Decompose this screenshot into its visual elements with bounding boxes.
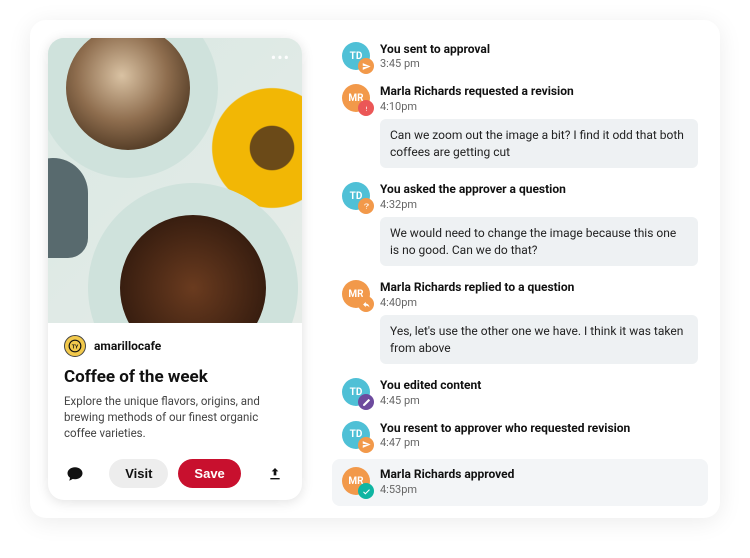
activity-body: You asked the approver a question 4:32pm W… (380, 182, 698, 266)
profile-name: amarillocafe (94, 339, 161, 353)
activity-title: You resent to approver who requested rev… (380, 421, 698, 435)
activity-time: 4:47 pm (380, 436, 698, 449)
activity-item[interactable]: MR Marla Richards replied to a question 4:… (326, 276, 714, 374)
content-preview-pane: ••• TY amarillocafe Coffee of the week E… (30, 20, 320, 518)
content-card: ••• TY amarillocafe Coffee of the week E… (48, 38, 302, 500)
activity-message: Can we zoom out the image a bit? I find … (380, 119, 698, 169)
activity-body: You edited content 4:45 pm (380, 378, 698, 406)
coffee-cup-1 (48, 38, 218, 178)
activity-title: You edited content (380, 378, 698, 392)
profile-row[interactable]: TY amarillocafe (64, 335, 286, 357)
milk-jug (48, 158, 88, 258)
activity-body: Marla Richards approved 4:53pm (380, 467, 698, 495)
share-icon[interactable] (264, 463, 286, 485)
activity-item[interactable]: TD You sent to approval3:45 pm (326, 38, 714, 80)
send-badge-icon (358, 58, 374, 74)
card-body: TY amarillocafe Coffee of the week Explo… (48, 323, 302, 500)
activity-title: You sent to approval (380, 42, 698, 56)
activity-title: Marla Richards requested a revision (380, 84, 698, 98)
activity-body: You resent to approver who requested rev… (380, 421, 698, 449)
user-avatar: TD (342, 421, 370, 449)
activity-title: You asked the approver a question (380, 182, 698, 196)
activity-message: Yes, let's use the other one we have. I … (380, 315, 698, 365)
user-avatar: TD (342, 182, 370, 210)
more-options-icon[interactable]: ••• (271, 48, 290, 67)
user-avatar: MR (342, 467, 370, 495)
alert-badge-icon (358, 100, 374, 116)
activity-feed[interactable]: TD You sent to approval3:45 pm MR Marla Ric… (320, 20, 720, 518)
activity-item[interactable]: TD You asked the approver a question 4:32p… (326, 178, 714, 276)
activity-message: We would need to change the image becaus… (380, 217, 698, 267)
send-badge-icon (358, 437, 374, 453)
activity-time: 4:45 pm (380, 394, 698, 407)
save-button[interactable]: Save (178, 459, 240, 488)
activity-body: Marla Richards replied to a question 4:40… (380, 280, 698, 364)
app-panel: ••• TY amarillocafe Coffee of the week E… (30, 20, 720, 518)
activity-body: You sent to approval3:45 pm (380, 42, 698, 70)
activity-body: Marla Richards requested a revision 4:10p… (380, 84, 698, 168)
user-avatar: MR (342, 84, 370, 112)
card-description: Explore the unique flavors, origins, and… (64, 393, 286, 441)
question-badge-icon (358, 198, 374, 214)
comment-icon[interactable] (64, 463, 86, 485)
activity-time: 4:10pm (380, 100, 698, 113)
card-title: Coffee of the week (64, 367, 286, 387)
activity-item[interactable]: TD You edited content 4:45 pm (326, 374, 714, 416)
svg-text:TY: TY (72, 344, 79, 350)
activity-item[interactable]: TD You resent to approver who requested r… (326, 417, 714, 459)
reply-badge-icon (358, 296, 374, 312)
activity-title: Marla Richards replied to a question (380, 280, 698, 294)
user-avatar: TD (342, 42, 370, 70)
approve-badge-icon (358, 483, 374, 499)
visit-button[interactable]: Visit (109, 459, 168, 488)
activity-title: Marla Richards approved (380, 467, 698, 481)
profile-avatar: TY (64, 335, 86, 357)
activity-time: 4:53pm (380, 483, 698, 496)
activity-time: 3:45 pm (380, 57, 698, 70)
activity-time: 4:40pm (380, 296, 698, 309)
user-avatar: TD (342, 378, 370, 406)
activity-item[interactable]: MR Marla Richards approved 4:53pm (332, 459, 708, 505)
card-actions: Visit Save (64, 451, 286, 488)
user-avatar: MR (342, 280, 370, 308)
edit-badge-icon (358, 394, 374, 410)
card-image: ••• (48, 38, 302, 323)
activity-item[interactable]: MR Marla Richards requested a revision 4:1… (326, 80, 714, 178)
activity-time: 4:32pm (380, 198, 698, 211)
